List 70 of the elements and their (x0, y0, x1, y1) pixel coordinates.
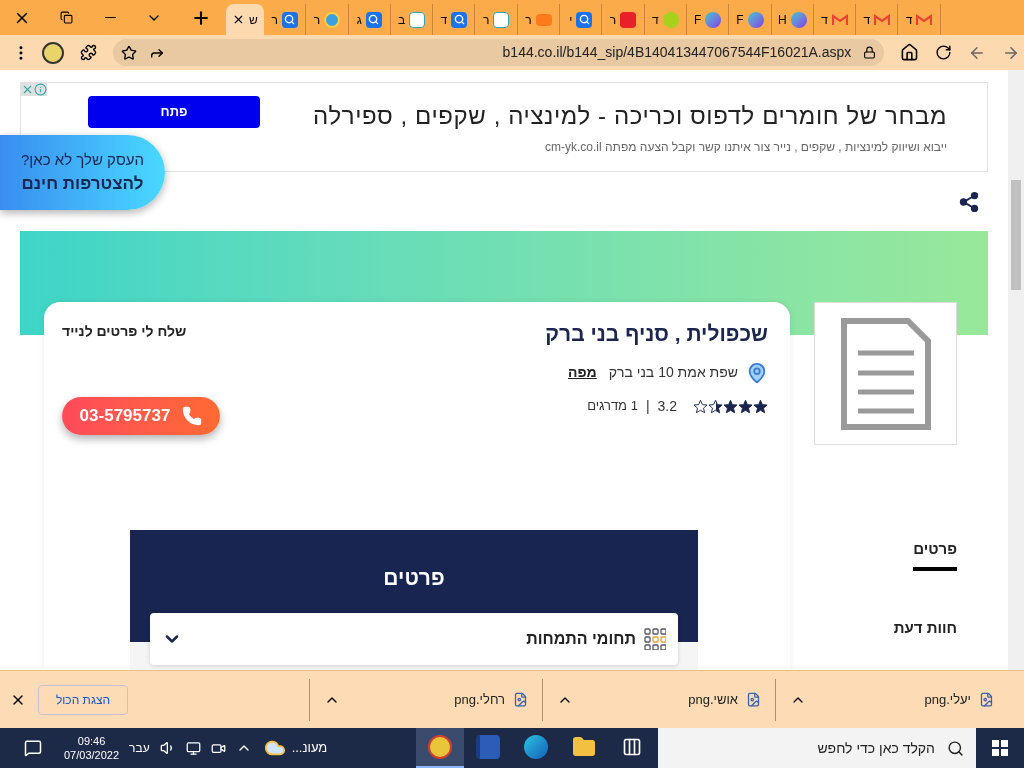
document-icon (839, 316, 932, 431)
search-icon (365, 11, 382, 28)
profile-icon (428, 735, 452, 759)
minimize-icon (104, 16, 116, 19)
lock-icon (863, 46, 877, 59)
mail-icon (916, 13, 933, 26)
search-icon (947, 739, 964, 757)
search-icon (451, 11, 468, 28)
file-name: יעלי.png (924, 690, 971, 709)
download-item[interactable]: רחלי.png (309, 678, 542, 721)
profile-avatar[interactable] (41, 41, 64, 64)
clock-date: 07/03/2022 (64, 748, 120, 762)
weather-text[interactable]: מעונ... (291, 738, 328, 758)
url-text: b144.co.il/b144_sip/4B140413447067544F16021A.aspx (502, 43, 852, 62)
phone-icon (182, 406, 203, 426)
download-item[interactable]: יעלי.png (775, 678, 1008, 721)
details-title: פרטים (383, 565, 445, 588)
side-tab[interactable]: חוות דעת (893, 616, 957, 649)
star-icon (723, 398, 738, 414)
notifications-icon[interactable] (24, 739, 42, 757)
grid-icon (644, 628, 666, 650)
task-view-icon (622, 737, 642, 757)
file-name: אושי.png (688, 690, 738, 709)
raters-count: 1 מדרגים (587, 397, 638, 416)
mail-icon (874, 13, 891, 26)
location-pin-icon (746, 361, 768, 384)
open-button[interactable]: פתח (88, 96, 260, 128)
star-icon (708, 398, 723, 414)
file-name: רחלי.png (454, 690, 505, 709)
download-item[interactable]: אושי.png (542, 678, 775, 721)
restore-icon (59, 11, 73, 24)
promo-button[interactable]: העסק שלך לא כאן? להצטרפות חינם (0, 135, 165, 210)
map-link[interactable]: מפה (568, 362, 597, 383)
show-all-button[interactable]: הצגת הכול (38, 684, 128, 715)
home-icon[interactable] (900, 43, 920, 62)
scrollbar-thumb[interactable] (1011, 180, 1021, 290)
business-name: שכפולית , סניף בני ברק (545, 321, 768, 347)
share-icon[interactable] (958, 190, 980, 213)
network-icon[interactable] (185, 740, 201, 756)
star-icon (738, 398, 753, 414)
ad-subtitle: ייבוא ושיווק למינציות , שקפים , נייר צור איתנו קשר וקבל הצעה מפתה cm-yk.co.il (545, 139, 947, 156)
promo-join-text: להצטרפות חינם (21, 173, 144, 195)
send-to-mobile-link[interactable]: שלח לי פרטים לנייד (62, 321, 187, 342)
promo-question: העסק שלך לא כאן? (21, 149, 144, 170)
mail-icon (831, 13, 848, 26)
separator-text: | (645, 396, 650, 416)
extensions-icon[interactable] (79, 44, 97, 61)
address-field[interactable]: b144.co.il/b144_sip/4B140413447067544F16021A.aspx (112, 39, 885, 66)
address-text: שפת אמת 10 בני ברק (608, 363, 738, 382)
taskbar-search-field[interactable]: הקלד כאן כדי לחפש (658, 728, 976, 768)
ad-title: מבחר של חומרים לדפוס וכריכה - למינציה , שקפים , ספירלה (313, 101, 947, 131)
bookmark-icon[interactable] (120, 44, 137, 61)
file-icon (746, 692, 761, 707)
browser-tab[interactable]: ש (226, 4, 264, 35)
logo-icon (409, 11, 426, 28)
windows-logo-icon (992, 740, 1008, 756)
search-icon (576, 11, 593, 28)
language-indicator[interactable]: עבר (129, 739, 150, 757)
folder-icon (572, 735, 596, 759)
specialties-dropdown[interactable]: תחומי התמחות (150, 613, 678, 665)
file-icon (513, 692, 528, 707)
star-icon (693, 398, 708, 414)
side-tab[interactable]: פרטים (913, 538, 957, 571)
file-icon (979, 692, 994, 707)
logo-icon (493, 11, 510, 28)
star-icon (753, 398, 768, 414)
rating-value: 3.2 (657, 396, 677, 416)
reload-icon[interactable] (935, 44, 953, 61)
clock-time: 09:46 (77, 734, 106, 748)
search-icon (281, 11, 298, 28)
